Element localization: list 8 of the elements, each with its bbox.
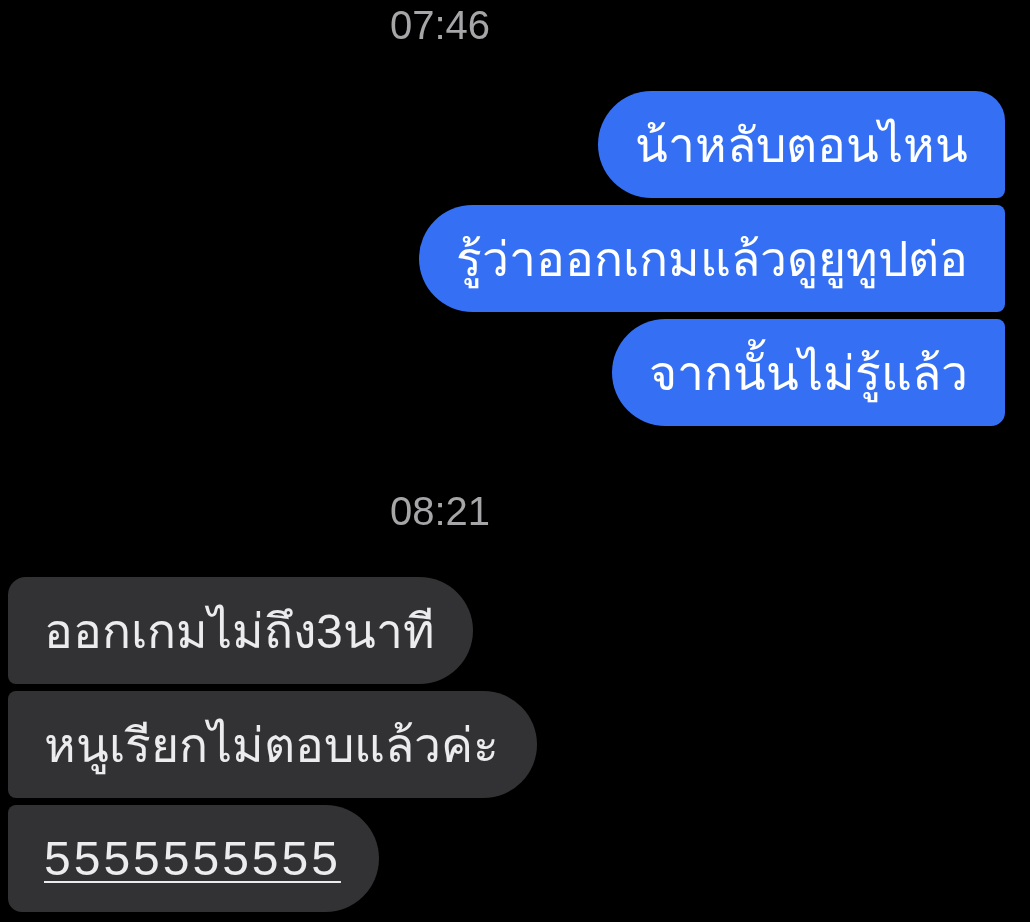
message-bubble: จากนั้นไม่รู้แล้ว	[612, 319, 1005, 426]
timestamp: 08:21	[389, 489, 491, 533]
message-bubble: ออกเกมไม่ถึง3นาที	[8, 577, 473, 684]
message-bubble: หนูเรียกไม่ตอบแล้วค่ะ	[8, 691, 537, 798]
message-bubble: รู้ว่าออกเกมแล้วดูยูทูปต่อ	[419, 205, 1005, 312]
number-link[interactable]: 5555555555	[44, 831, 341, 886]
timestamp: 07:46	[389, 3, 491, 47]
message-bubble: น้าหลับตอนไหน	[598, 91, 1005, 198]
